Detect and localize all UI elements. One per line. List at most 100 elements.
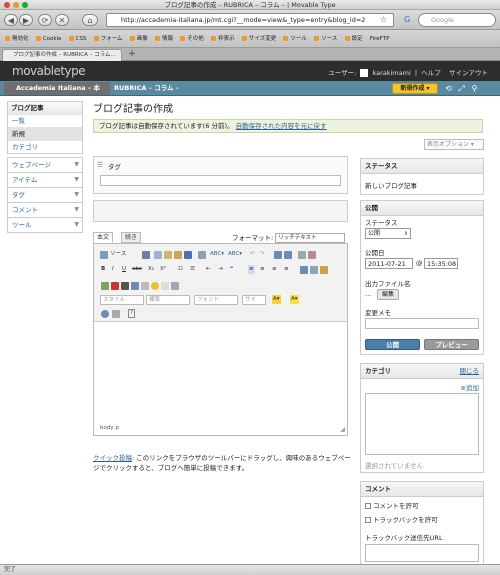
align-left-icon[interactable]: ≡ [248, 265, 255, 274]
drag-handle-icon[interactable]: ☰ [97, 161, 103, 169]
editor-content-area[interactable] [94, 323, 347, 423]
special-char-icon[interactable] [161, 282, 169, 290]
fullscreen-icon[interactable] [101, 310, 109, 318]
username-link[interactable]: karakimami [372, 69, 410, 77]
asset-icon[interactable] [121, 282, 129, 290]
display-options-button[interactable]: 表示オプション ▾ [424, 139, 484, 150]
new-entry-button[interactable]: 新規作成 ▾ [392, 83, 438, 94]
minimize-window-icon[interactable] [13, 2, 19, 8]
date-input[interactable]: 2011-07-21 [365, 258, 413, 269]
edit-filename-button[interactable]: 編集 [377, 289, 399, 300]
fireftp-button[interactable]: FireFTP [370, 30, 390, 47]
status-select[interactable]: 公開 ⇕ [365, 228, 411, 239]
toolbar-item-3[interactable]: フォーム [93, 30, 123, 47]
search-icon[interactable]: ⚲ [470, 84, 479, 93]
allow-trackbacks-checkbox[interactable] [365, 517, 371, 523]
toolbar-item-4[interactable]: 画像 [129, 30, 148, 47]
toolbar-item-11[interactable]: 設定 [344, 30, 363, 47]
category-list[interactable] [365, 393, 479, 455]
format-select[interactable]: リッチテキスト [275, 233, 346, 243]
underline-icon[interactable]: U [122, 265, 126, 274]
strikethrough-icon[interactable]: abc [132, 265, 142, 274]
sidebar-item-new[interactable]: 新規 [8, 127, 82, 140]
allow-comments-checkbox[interactable] [365, 503, 371, 509]
help-icon[interactable]: ? [128, 309, 135, 318]
spellcheck-button[interactable]: ABC▾ [210, 250, 224, 259]
time-input[interactable]: 15:35:08 [424, 258, 458, 269]
paste-icon[interactable] [164, 251, 172, 259]
tab-active[interactable]: ブログ記事の作成 – RUBRICA – コラム... [2, 49, 122, 61]
subscript-icon[interactable]: X₂ [148, 265, 154, 274]
cut-icon[interactable] [142, 251, 150, 259]
toolbar-item-6[interactable]: その他 [180, 30, 204, 47]
replace-icon[interactable] [284, 251, 292, 259]
indent-icon[interactable]: ⇥ [218, 265, 223, 274]
source-icon[interactable] [100, 251, 108, 259]
bookmark-star-icon[interactable]: ☆ [380, 15, 387, 24]
select-all-icon[interactable] [298, 251, 306, 259]
toolbar-item-7[interactable]: 枠表示 [211, 30, 235, 47]
blockquote-icon[interactable]: ❝ [230, 265, 233, 274]
signout-link[interactable]: サインアウト [449, 69, 488, 77]
add-category-link[interactable]: ⊕追加 [461, 382, 479, 392]
zoom-window-icon[interactable] [22, 2, 28, 8]
tab-more[interactable]: 続き [121, 232, 141, 243]
sidebar-item-tools[interactable]: ツール ▼ [7, 218, 83, 233]
italic-icon[interactable]: I [112, 265, 114, 274]
close-window-icon[interactable] [4, 2, 10, 8]
preview-button[interactable]: プレビュー [424, 339, 479, 350]
sidebar-item-assets[interactable]: アイテム ▼ [7, 173, 83, 188]
forward-button[interactable]: ▶ [19, 14, 33, 26]
allow-comments-option[interactable]: コメントを許可 [365, 500, 419, 510]
close-category-link[interactable]: 閉じる [460, 364, 480, 378]
align-center-icon[interactable]: ≡ [260, 265, 265, 274]
new-tab-button[interactable]: + [126, 49, 138, 60]
undo-icon[interactable]: ↶ [250, 250, 255, 259]
toolbar-item-8[interactable]: サイズ変更 [241, 30, 276, 47]
help-link[interactable]: ヘルプ [421, 69, 441, 77]
copy-icon[interactable] [154, 251, 162, 259]
tab-body[interactable]: 本文 [93, 232, 113, 243]
toolbar-item-0[interactable]: 無効化 [5, 30, 29, 47]
toolbar-item-9[interactable]: ツール [283, 30, 307, 47]
sidebar-item-comments[interactable]: コメント ▼ [7, 203, 83, 218]
blog-selector[interactable]: Accademia Italiana – 本 [4, 82, 110, 95]
anchor-icon[interactable] [320, 266, 328, 274]
numbered-list-icon[interactable]: ☷ [178, 265, 183, 274]
current-blog-label[interactable]: RUBRICA – コラム – [114, 82, 179, 95]
search-field[interactable]: Google [418, 13, 496, 27]
sidebar-item-webpages[interactable]: ウェブページ ▼ [7, 157, 83, 173]
page-break-icon[interactable] [171, 282, 179, 290]
link-icon[interactable] [300, 266, 308, 274]
search-engine-icon[interactable]: G [404, 15, 410, 24]
tag-input[interactable] [100, 175, 341, 186]
table-icon[interactable] [131, 282, 139, 290]
paste-text-icon[interactable] [174, 251, 182, 259]
bulleted-list-icon[interactable]: ☰ [190, 265, 195, 274]
restore-autosave-link[interactable]: 自動保存された内容を元に戻す [236, 122, 327, 130]
image-icon[interactable] [101, 282, 109, 290]
sidebar-item-categories[interactable]: カテゴリ [8, 140, 82, 153]
toolbar-item-5[interactable]: 情報 [155, 30, 173, 47]
style-select[interactable]: スタイル [100, 295, 144, 305]
font-select[interactable]: フォント [194, 295, 238, 305]
align-right-icon[interactable]: ≡ [272, 265, 277, 274]
view-site-icon[interactable]: ⤢ [457, 84, 466, 93]
smiley-icon[interactable] [151, 282, 159, 290]
redo-icon[interactable]: ↷ [260, 250, 265, 259]
rebuild-icon[interactable]: ⟲ [444, 84, 453, 93]
toolbar-item-10[interactable]: ソース [314, 30, 337, 47]
spellcheck-auto-button[interactable]: ABC▾ [228, 250, 242, 259]
size-select[interactable]: サイ [242, 295, 266, 305]
resize-handle-icon[interactable]: ◢ [340, 426, 345, 433]
movabletype-logo[interactable]: movabletype [12, 64, 86, 78]
back-button[interactable]: ◀ [4, 14, 18, 26]
toolbar-item-2[interactable]: CSS [68, 30, 86, 47]
sidebar-item-tags[interactable]: タグ ▼ [7, 188, 83, 203]
home-button[interactable]: ⌂ [82, 14, 98, 26]
publish-button[interactable]: 公開 [365, 339, 420, 350]
trackback-url-input[interactable] [365, 544, 479, 562]
text-color-icon[interactable]: A▾ [272, 295, 281, 304]
superscript-icon[interactable]: X² [160, 265, 166, 274]
background-color-icon[interactable]: A▾ [290, 295, 299, 304]
